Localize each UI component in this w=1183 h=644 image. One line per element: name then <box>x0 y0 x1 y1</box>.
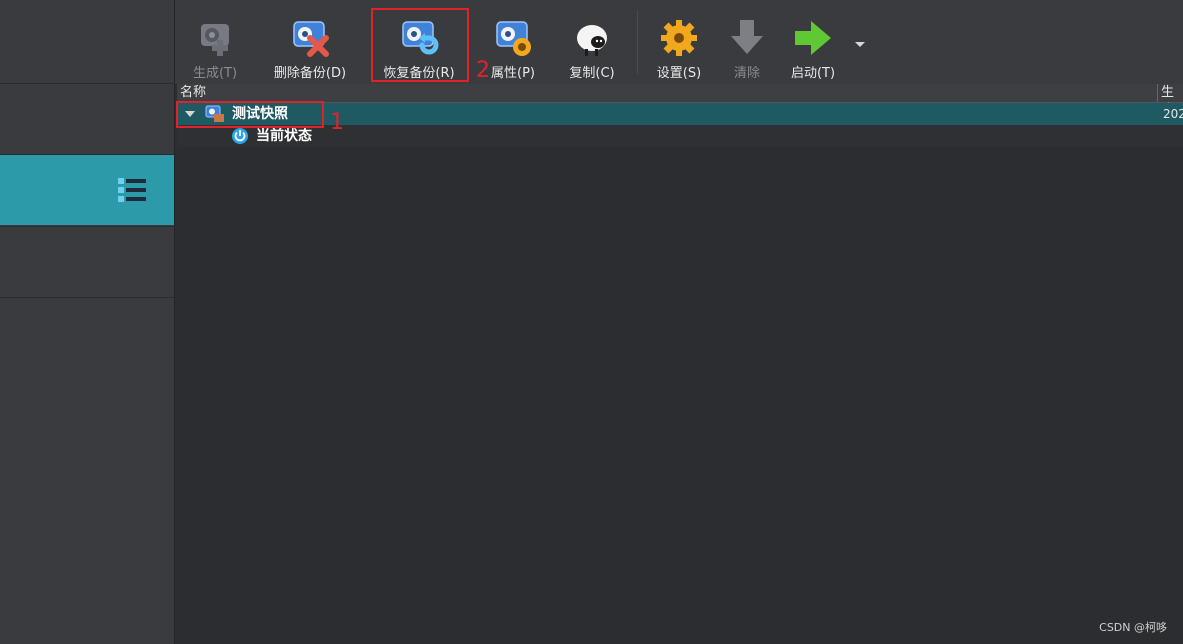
take-snapshot-label: 生成(T) <box>192 66 238 81</box>
sidebar-tools-header <box>0 0 174 84</box>
delete-snapshot-button[interactable]: 删除备份(D) <box>267 8 353 81</box>
delete-snapshot-icon <box>288 16 332 60</box>
snapshot-date: 202 <box>1163 107 1183 121</box>
column-header-name[interactable]: 名称 <box>180 84 206 102</box>
clone-sheep-icon <box>570 16 614 60</box>
discard-label: 清除 <box>733 66 760 81</box>
settings-button[interactable]: 设置(S) <box>647 8 711 81</box>
power-state-icon <box>232 128 248 144</box>
start-button[interactable]: 启动(T) <box>783 8 843 81</box>
clone-button[interactable]: 复制(C) <box>561 8 623 81</box>
annotation-box-snapshot <box>176 101 324 128</box>
discard-button[interactable]: 清除 <box>719 8 775 81</box>
annotation-number-1: 1 <box>330 110 344 135</box>
snapshot-properties-icon <box>491 16 535 60</box>
watermark: CSDN @柯哆 <box>1099 621 1167 634</box>
sidebar-item-1[interactable] <box>0 84 174 155</box>
snapshot-properties-button[interactable]: 属性(P) <box>483 8 543 81</box>
sidebar-item-selected[interactable] <box>0 155 174 225</box>
sidebar-item-2[interactable] <box>0 226 174 298</box>
snapshot-table-header: 名称 生成 <box>177 84 1183 118</box>
start-arrow-icon <box>791 16 835 60</box>
start-dropdown-arrow-icon[interactable] <box>855 42 865 47</box>
clone-label: 复制(C) <box>569 66 615 81</box>
delete-snapshot-label: 删除备份(D) <box>273 66 347 81</box>
annotation-box-restore <box>371 8 469 82</box>
snapshot-row-test[interactable]: 测试快照 202 <box>177 103 1183 125</box>
list-menu-icon[interactable] <box>116 176 148 204</box>
annotation-number-2: 2 <box>476 58 490 83</box>
column-divider[interactable] <box>1157 84 1158 102</box>
take-snapshot-icon <box>193 16 237 60</box>
settings-gear-icon <box>657 16 701 60</box>
toolbar-separator <box>637 10 638 74</box>
current-state-row[interactable]: 当前状态 <box>177 125 1183 147</box>
start-label: 启动(T) <box>790 66 836 81</box>
snapshot-toolbar: 生成(T) 删除备份(D) 恢复备份(R) 属性(P) 复制(C) 设置(S) … <box>175 0 1183 85</box>
settings-label: 设置(S) <box>656 66 702 81</box>
left-sidebar <box>0 0 175 644</box>
take-snapshot-button[interactable]: 生成(T) <box>183 8 247 81</box>
snapshot-properties-label: 属性(P) <box>491 66 535 81</box>
current-state-label: 当前状态 <box>256 128 312 144</box>
discard-arrow-icon <box>725 16 769 60</box>
